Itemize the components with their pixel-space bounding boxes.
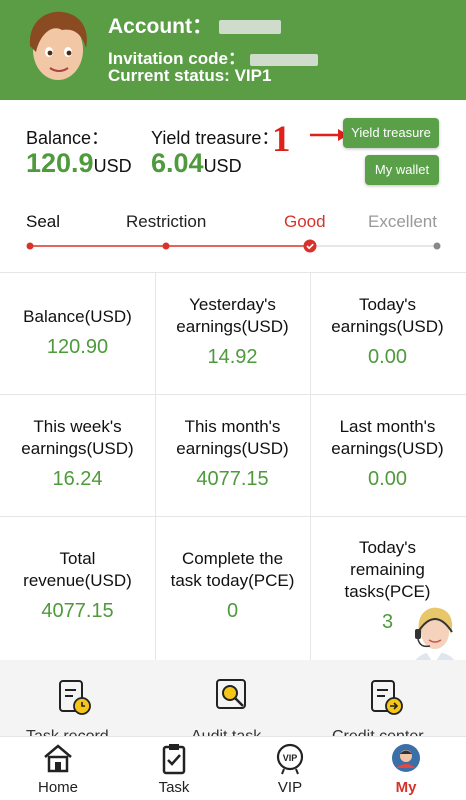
my-wallet-button[interactable]: My wallet <box>365 155 439 185</box>
shortcut-label: Credit center <box>332 728 424 736</box>
stat-total-revenue: Total revenue(USD) 4077.15 <box>0 548 155 623</box>
stat-today-earnings: Today's earnings(USD) 0.00 <box>310 294 465 369</box>
nav-label: My <box>395 779 417 796</box>
stat-title: Today's earnings(USD) <box>331 295 444 336</box>
stat-yesterday-earnings: Yesterday's earnings(USD) 14.92 <box>155 294 310 369</box>
yield-unit: USD <box>203 156 242 176</box>
shortcut-label: Task record <box>26 728 109 736</box>
balance-amount: 120.9USD <box>26 148 132 179</box>
stat-title: This month's earnings(USD) <box>176 417 289 458</box>
level-seal: Seal <box>26 212 61 231</box>
level-excellent: Excellent <box>368 212 437 231</box>
yield-amount: 6.04USD <box>151 148 242 179</box>
stat-title: Last month's earnings(USD) <box>331 417 444 458</box>
task-icon <box>162 744 186 775</box>
shortcut-strip: Task record Audit task Credit center <box>0 660 466 736</box>
stat-title: Today's remaining tasks(PCE) <box>344 538 431 601</box>
level-progress-track <box>26 239 441 253</box>
stat-completed-tasks: Complete the task today(PCE) 0 <box>155 548 310 623</box>
shortcut-label: Audit task <box>191 728 261 736</box>
account-row: Account： <box>108 10 281 40</box>
stat-value: 14.92 <box>207 346 258 368</box>
profile-header: Account： Invitation code： Current status… <box>0 0 466 100</box>
yield-label: Yield treasure： <box>151 128 280 148</box>
nav-label: Task <box>158 779 190 796</box>
nav-home[interactable]: Home <box>0 737 116 800</box>
nav-label: VIP <box>277 779 303 796</box>
stat-value: 0.00 <box>368 346 407 368</box>
shortcut-credit-center[interactable]: Credit center <box>310 660 466 736</box>
vip-status: Current status: VIP1 <box>108 66 272 85</box>
stat-balance: Balance(USD) 120.90 <box>0 306 155 359</box>
balance-unit: USD <box>93 156 132 176</box>
stat-title: This week's earnings(USD) <box>21 417 134 458</box>
shortcut-audit-task[interactable]: Audit task <box>155 660 310 736</box>
stat-title: Balance(USD) <box>23 307 132 326</box>
user-avatar[interactable] <box>22 8 94 86</box>
grid-divider <box>0 272 466 273</box>
account-label: Account： <box>108 15 213 38</box>
profile-icon <box>392 744 420 772</box>
shortcut-task-record[interactable]: Task record <box>0 660 155 736</box>
svg-text:VIP: VIP <box>283 753 298 763</box>
balance-label: Balance： <box>26 128 110 148</box>
stat-value: 0.00 <box>368 468 407 490</box>
level-good: Good <box>284 212 326 231</box>
nav-vip[interactable]: VIP VIP <box>232 737 348 800</box>
vip-icon: VIP <box>276 743 304 775</box>
stat-value: 4077.15 <box>196 468 269 490</box>
stat-value: 120.90 <box>46 336 109 358</box>
stat-title: Complete the task today(PCE) <box>170 549 295 590</box>
stat-month-earnings: This month's earnings(USD) 4077.15 <box>155 416 310 491</box>
annotation-number: 1 <box>272 119 291 160</box>
invitation-code-redacted[interactable] <box>249 53 318 66</box>
stat-week-earnings: This week's earnings(USD) 16.24 <box>0 416 155 491</box>
yield-treasure-button[interactable]: Yield treasure <box>343 118 439 148</box>
bottom-nav: Home Task VIP VIP My <box>0 736 466 800</box>
stat-value: 4077.15 <box>41 600 114 622</box>
yield-value: 6.04 <box>151 148 204 178</box>
task-record-icon <box>59 680 91 715</box>
grid-divider <box>0 394 466 395</box>
credit-center-icon <box>371 680 403 715</box>
home-icon <box>44 744 72 773</box>
stat-value: 16.24 <box>52 468 103 490</box>
stat-title: Total revenue(USD) <box>23 549 132 590</box>
balance-value: 120.9 <box>26 148 94 178</box>
account-name-redacted <box>218 20 281 35</box>
nav-label: Home <box>37 779 78 796</box>
stat-title: Yesterday's earnings(USD) <box>176 295 289 336</box>
grid-divider <box>0 516 466 517</box>
stat-value: 0 <box>226 600 239 622</box>
stat-last-month-earnings: Last month's earnings(USD) 0.00 <box>310 416 465 491</box>
nav-my[interactable]: My <box>348 737 464 800</box>
nav-task[interactable]: Task <box>116 737 232 800</box>
level-restriction: Restriction <box>126 212 207 231</box>
audit-task-icon <box>216 679 246 709</box>
